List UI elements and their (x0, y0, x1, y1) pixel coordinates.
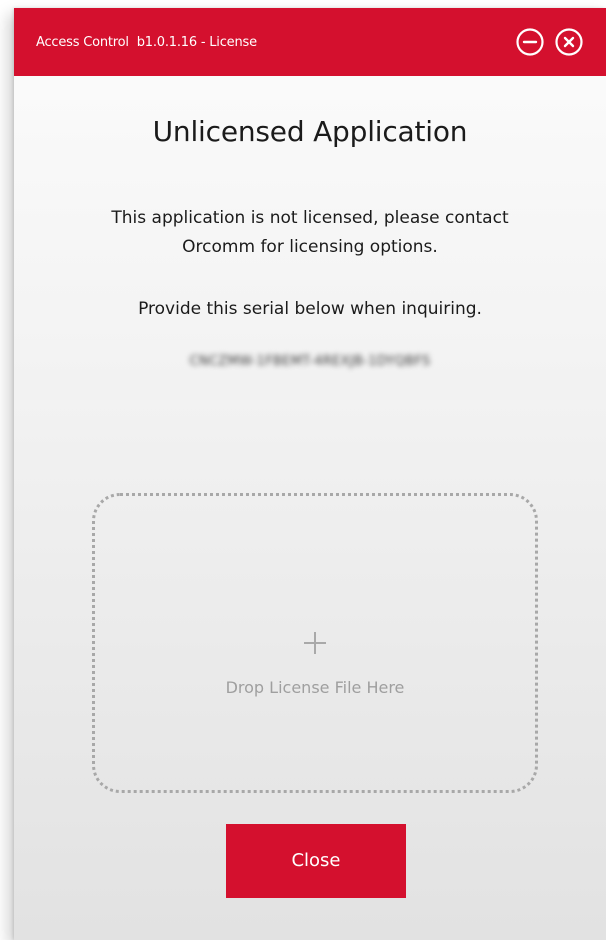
title-bar[interactable]: Access Control b1.0.1.16 - License (14, 8, 606, 76)
close-button[interactable]: Close (226, 824, 406, 898)
drop-zone-label: Drop License File Here (225, 678, 405, 697)
page-title: Unlicensed Application (152, 115, 468, 148)
license-message: This application is not licensed, please… (14, 204, 606, 262)
plus-icon (304, 632, 326, 654)
window-title: Access Control b1.0.1.16 - License (36, 35, 257, 50)
minus-circle-icon (515, 27, 545, 57)
serial-instruction: Provide this serial below when inquiring… (138, 299, 482, 319)
license-drop-zone[interactable]: Drop License File Here (92, 493, 538, 793)
close-window-button[interactable] (554, 27, 584, 57)
minimize-button[interactable] (515, 27, 545, 57)
message-line: This application is not licensed, please… (111, 208, 509, 228)
serial-number: CNCZMW-1FBEMT-4REXJB-1DYQBFS (189, 354, 431, 369)
license-window: Access Control b1.0.1.16 - License Unlic… (14, 8, 606, 940)
message-line: Orcomm for licensing options. (182, 237, 438, 257)
x-circle-icon (554, 27, 584, 57)
